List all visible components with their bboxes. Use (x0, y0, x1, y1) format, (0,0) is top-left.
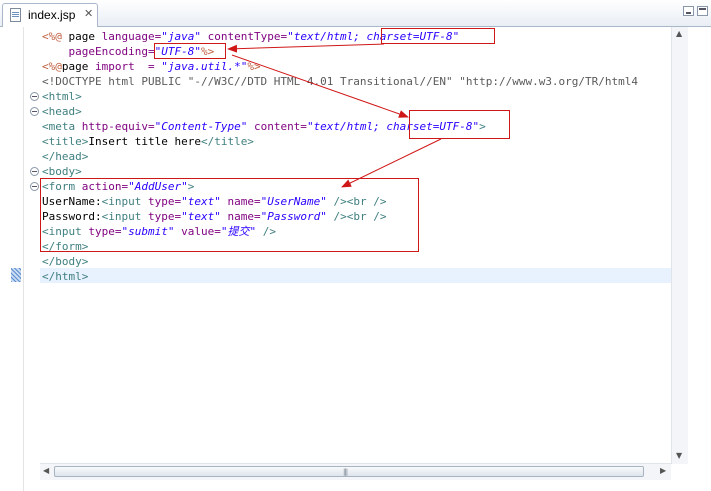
arrow-to-pageencoding (227, 43, 385, 53)
arrow-to-meta-charset (231, 54, 409, 118)
arrow-to-form (341, 138, 442, 188)
annotation-arrows (227, 43, 442, 188)
